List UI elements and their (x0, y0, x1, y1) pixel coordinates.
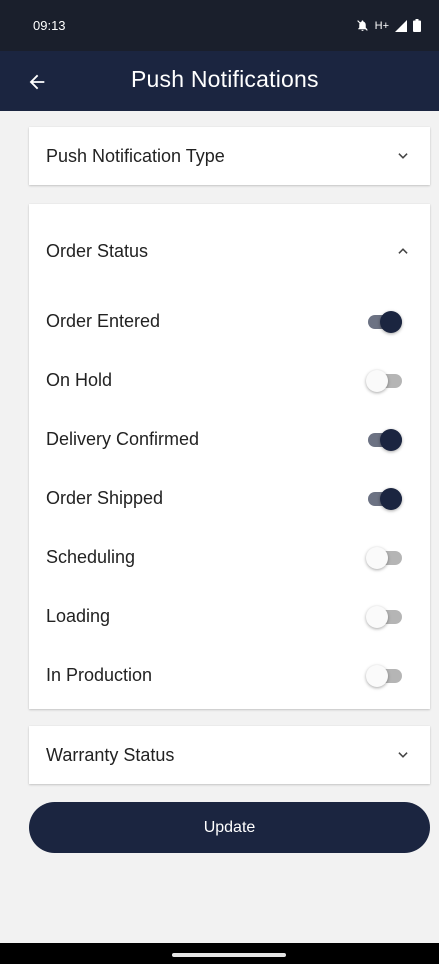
chevron-down-icon (398, 752, 408, 758)
in-production-label: In Production (46, 665, 153, 685)
order-shipped-toggle[interactable] (366, 487, 402, 511)
warranty-status-title: Warranty Status (46, 744, 175, 765)
on-hold-label: On Hold (46, 370, 113, 390)
app-bar: Push Notifications (0, 51, 439, 111)
cell-signal-icon (395, 19, 407, 32)
push-type-section: Push Notification Type (29, 127, 430, 185)
h-plus-network-icon: H+ (374, 19, 389, 32)
order-status-section: Order Status Order Entered On Hold Deliv… (29, 204, 430, 709)
page-title: Push Notifications (131, 66, 319, 92)
home-indicator[interactable] (172, 953, 286, 957)
battery-icon (413, 19, 421, 32)
scheduling-toggle[interactable] (366, 546, 402, 570)
order-entered-label: Order Entered (46, 311, 161, 331)
order-entered-toggle[interactable] (366, 310, 402, 334)
notifications-off-icon (356, 20, 368, 31)
scheduling-row: Scheduling (29, 528, 430, 587)
warranty-status-header[interactable]: Warranty Status (29, 726, 430, 784)
on-hold-toggle[interactable] (366, 369, 402, 393)
chevron-down-icon (398, 153, 408, 159)
delivery-confirmed-row: Delivery Confirmed (29, 410, 430, 469)
in-production-toggle[interactable] (366, 664, 402, 688)
loading-label: Loading (46, 606, 111, 626)
chevron-up-icon (398, 248, 408, 254)
order-shipped-row: Order Shipped (29, 469, 430, 528)
update-button[interactable]: Update (29, 802, 430, 853)
push-type-header[interactable]: Push Notification Type (29, 127, 430, 185)
back-arrow-icon[interactable] (26, 71, 48, 93)
on-hold-row: On Hold (29, 351, 430, 410)
order-status-title: Order Status (46, 240, 149, 261)
delivery-confirmed-label: Delivery Confirmed (46, 429, 200, 449)
status-bar: 09:13 H+ (0, 0, 439, 51)
status-icons: H+ (356, 19, 421, 32)
in-production-row: In Production (29, 646, 430, 705)
loading-row: Loading (29, 587, 430, 646)
delivery-confirmed-toggle[interactable] (366, 428, 402, 452)
order-status-header[interactable]: Order Status (29, 204, 430, 298)
push-type-title: Push Notification Type (46, 145, 225, 166)
warranty-status-section: Warranty Status (29, 726, 430, 784)
order-shipped-label: Order Shipped (46, 488, 164, 508)
system-nav-bar (0, 943, 439, 964)
order-status-list: Order Entered On Hold Delivery Confirmed… (29, 292, 430, 705)
order-entered-row: Order Entered (29, 292, 430, 351)
status-time: 09:13 (33, 18, 66, 33)
scheduling-label: Scheduling (46, 547, 136, 567)
loading-toggle[interactable] (366, 605, 402, 629)
